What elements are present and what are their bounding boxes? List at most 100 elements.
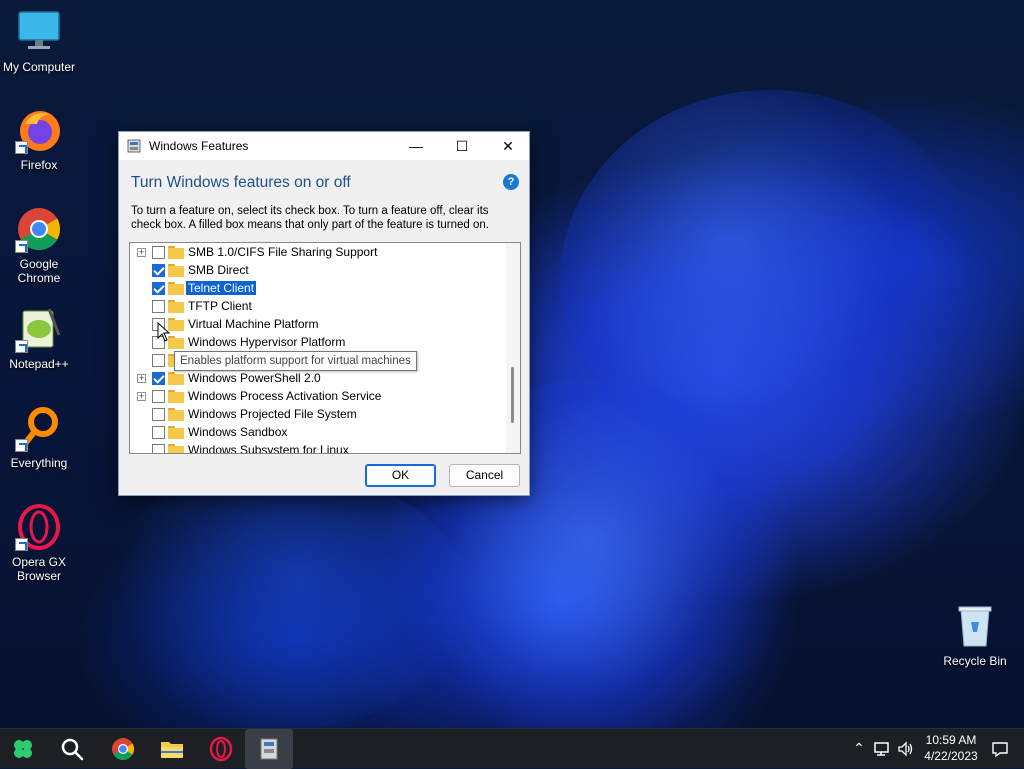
expand-plus-icon[interactable]: + [137,374,146,383]
feature-row[interactable]: TFTP Client [130,298,505,316]
desktop-icon-my-computer[interactable]: My Computer [0,8,78,74]
desktop-icon-everything[interactable]: Everything [0,404,78,470]
folder-icon [168,390,184,403]
cancel-button[interactable]: Cancel [449,464,520,487]
folder-icon [168,372,184,385]
everything-search-icon [15,404,63,452]
notepadpp-icon [15,305,63,353]
file-explorer-icon[interactable] [159,736,185,762]
desktop-icon-label: Opera GX Browser [11,555,67,583]
feature-checkbox[interactable] [152,390,165,403]
shortcut-arrow-icon [15,141,28,154]
folder-icon [168,444,184,453]
feature-label: Windows Process Activation Service [188,389,382,403]
firefox-icon [15,106,63,154]
feature-label: Windows Subsystem for Linux [188,443,349,454]
desktop-icon-opera-gx[interactable]: Opera GX Browser [0,503,78,583]
feature-label: SMB Direct [188,263,249,277]
feature-label: Windows Sandbox [188,425,288,439]
clock-date[interactable]: 4/22/2023 [922,749,980,763]
title-bar[interactable]: Windows Features — ☐ ✕ [119,132,529,160]
dialog-title: Windows Features [149,139,249,153]
folder-icon [168,300,184,313]
minimize-button[interactable]: — [393,132,439,160]
wallpaper-swirl [90,470,470,730]
show-hidden-icons-chevron-icon[interactable]: ⌃ [850,740,868,758]
features-tree[interactable]: + SMB 1.0/CIFS File Sharing Support SMB Di… [129,242,521,454]
monitor-icon [15,8,63,56]
feature-row[interactable]: + Windows Process Activation Service [130,388,505,406]
chrome-icon [15,205,63,253]
scrollbar-thumb[interactable] [511,367,514,423]
volume-icon[interactable] [897,740,915,758]
folder-icon [168,282,184,295]
close-button[interactable]: ✕ [485,132,531,160]
shortcut-arrow-icon [15,538,28,551]
desktop-icon-chrome[interactable]: Google Chrome [0,205,78,285]
desktop-icon-notepadpp[interactable]: Notepad++ [0,305,78,371]
feature-checkbox[interactable] [152,408,165,421]
feature-row[interactable]: + Windows PowerShell 2.0 [130,370,505,388]
maximize-button[interactable]: ☐ [439,132,485,160]
desktop-icon-label: Everything [10,456,68,470]
folder-icon [168,264,184,277]
windows-features-dialog: Windows Features — ☐ ✕ Turn Windows feat… [118,131,530,496]
shortcut-arrow-icon [15,439,28,452]
feature-label: Windows Hypervisor Platform [188,335,346,349]
desktop-icon-label: Google Chrome [17,257,61,285]
feature-row[interactable]: Virtual Machine Platform [130,316,505,334]
search-icon[interactable] [59,736,85,762]
folder-icon [168,426,184,439]
maximize-icon: ☐ [455,138,469,154]
feature-tooltip: Enables platform support for virtual mac… [174,351,417,371]
start-clover-icon[interactable] [10,736,36,762]
close-icon: ✕ [502,138,514,154]
feature-checkbox[interactable] [152,426,165,439]
shortcut-arrow-icon [15,340,28,353]
clock-time[interactable]: 10:59 AM [922,733,980,747]
feature-checkbox[interactable] [152,354,165,367]
taskbar-chrome-icon[interactable] [110,736,136,762]
feature-row[interactable]: Windows Sandbox [130,424,505,442]
opera-gx-icon [15,503,63,551]
desktop-icon-recycle-bin[interactable]: Recycle Bin [936,602,1014,668]
dialog-heading: Turn Windows features on or off [131,174,351,191]
feature-checkbox[interactable] [152,282,165,295]
feature-label: Telnet Client [186,281,257,295]
feature-row[interactable]: Windows Subsystem for Linux [130,442,505,454]
network-icon[interactable] [873,740,891,758]
desktop-icon-label: Recycle Bin [943,654,1007,668]
desktop-icon-label: My Computer [2,60,76,74]
notification-center-icon[interactable] [991,740,1009,758]
vertical-scrollbar[interactable] [506,243,520,453]
taskbar: ⌃ 10:59 AM 4/22/2023 [0,728,1024,769]
feature-row[interactable]: Windows Hypervisor Platform [130,334,505,352]
feature-checkbox[interactable] [152,300,165,313]
windows-features-app-icon [127,139,141,153]
ok-button[interactable]: OK [365,464,436,487]
feature-row[interactable]: Windows Projected File System [130,406,505,424]
taskbar-windows-features-button[interactable] [245,729,293,769]
feature-row[interactable]: Telnet Client [130,280,505,298]
expand-plus-icon[interactable]: + [137,248,146,257]
desktop-icon-label: Notepad++ [9,357,69,371]
feature-checkbox[interactable] [152,372,165,385]
desktop-icon-label: Firefox [20,158,58,172]
feature-checkbox[interactable] [152,246,165,259]
help-icon[interactable]: ? [503,174,519,190]
recycle-bin-icon [951,602,999,650]
shortcut-arrow-icon [15,240,28,253]
feature-row[interactable]: SMB Direct [130,262,505,280]
feature-row[interactable]: + SMB 1.0/CIFS File Sharing Support [130,244,505,262]
mouse-cursor-icon [157,322,171,342]
feature-label: Virtual Machine Platform [188,317,319,331]
taskbar-opera-gx-icon[interactable] [208,736,234,762]
expand-plus-icon[interactable]: + [137,392,146,401]
feature-label: Windows Projected File System [188,407,357,421]
desktop-icon-firefox[interactable]: Firefox [0,106,78,172]
feature-checkbox[interactable] [152,264,165,277]
feature-checkbox[interactable] [152,444,165,453]
windows-features-taskbar-icon [260,738,278,760]
folder-icon [168,246,184,259]
folder-icon [168,408,184,421]
